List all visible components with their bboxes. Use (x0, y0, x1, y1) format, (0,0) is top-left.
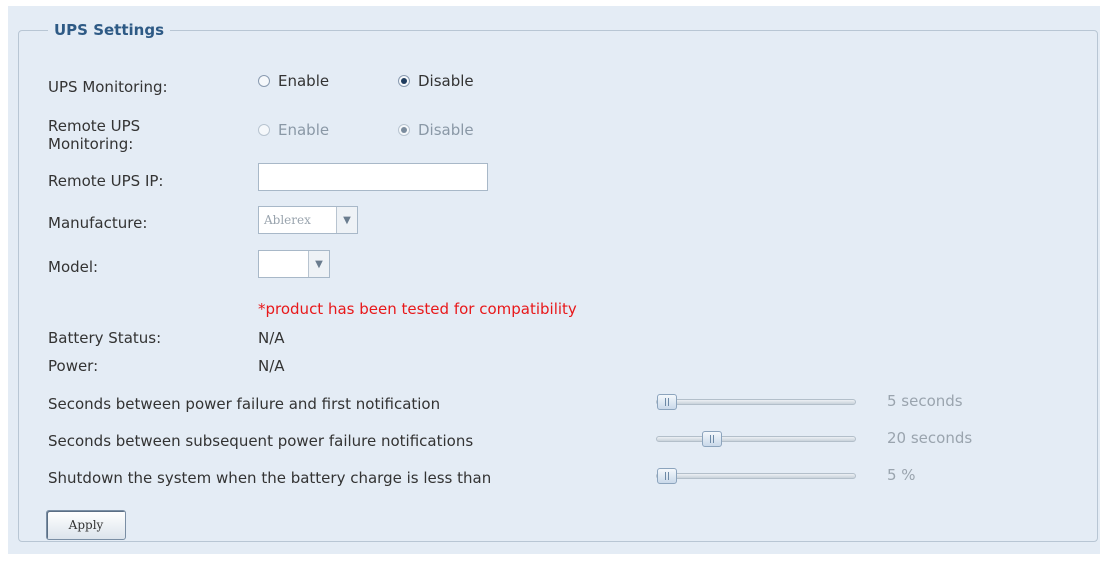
radio-selected-icon (398, 75, 410, 87)
compatibility-note: *product has been tested for compatibili… (258, 300, 577, 318)
battery-status-value: N/A (258, 329, 285, 347)
slider-label-battery-shutdown: Shutdown the system when the battery cha… (48, 469, 492, 487)
slider-thumb-handle[interactable] (657, 468, 677, 484)
battery-shutdown-slider[interactable] (656, 468, 856, 484)
manufacture-select[interactable]: Ablerex ▼ (258, 206, 358, 234)
slider-thumb-handle[interactable] (702, 431, 722, 447)
chevron-down-icon: ▼ (336, 207, 357, 233)
first-notification-value: 5 seconds (887, 392, 963, 410)
radio-circle-icon (258, 75, 270, 87)
slider-label-first-notification: Seconds between power failure and first … (48, 395, 441, 413)
remote-ups-monitoring-enable-radio[interactable]: Enable (258, 121, 329, 139)
battery-shutdown-value: 5 % (887, 466, 916, 484)
slider-thumb-handle[interactable] (657, 394, 677, 410)
radio-label: Disable (418, 72, 474, 90)
remote-ups-ip-label: Remote UPS IP: (48, 172, 164, 190)
remote-ups-monitoring-label: Remote UPS Monitoring: (48, 117, 141, 153)
subsequent-notifications-slider[interactable] (656, 431, 856, 447)
model-value (259, 251, 308, 277)
remote-ups-ip-input[interactable] (258, 163, 488, 191)
remote-ups-monitoring-disable-radio[interactable]: Disable (398, 121, 474, 139)
manufacture-value: Ablerex (264, 213, 311, 227)
ups-monitoring-disable-radio[interactable]: Disable (398, 72, 474, 90)
model-label: Model: (48, 258, 99, 276)
radio-label: Disable (418, 121, 474, 139)
ups-settings-fieldset (18, 30, 1098, 542)
section-title: UPS Settings (48, 21, 171, 39)
radio-selected-icon (398, 124, 410, 136)
power-value: N/A (258, 357, 285, 375)
battery-status-label: Battery Status: (48, 329, 162, 347)
radio-circle-icon (258, 124, 270, 136)
radio-label: Enable (278, 121, 330, 139)
subsequent-notifications-value: 20 seconds (887, 429, 973, 447)
ups-monitoring-label: UPS Monitoring: (48, 78, 168, 96)
slider-label-subsequent-notifications: Seconds between subsequent power failure… (48, 432, 474, 450)
chevron-down-icon: ▼ (308, 251, 329, 277)
ups-monitoring-enable-radio[interactable]: Enable (258, 72, 329, 90)
manufacture-label: Manufacture: (48, 214, 148, 232)
power-label: Power: (48, 357, 99, 375)
radio-label: Enable (278, 72, 330, 90)
model-select[interactable]: ▼ (258, 250, 330, 278)
apply-button[interactable]: Apply (46, 510, 126, 540)
first-notification-slider[interactable] (656, 394, 856, 410)
